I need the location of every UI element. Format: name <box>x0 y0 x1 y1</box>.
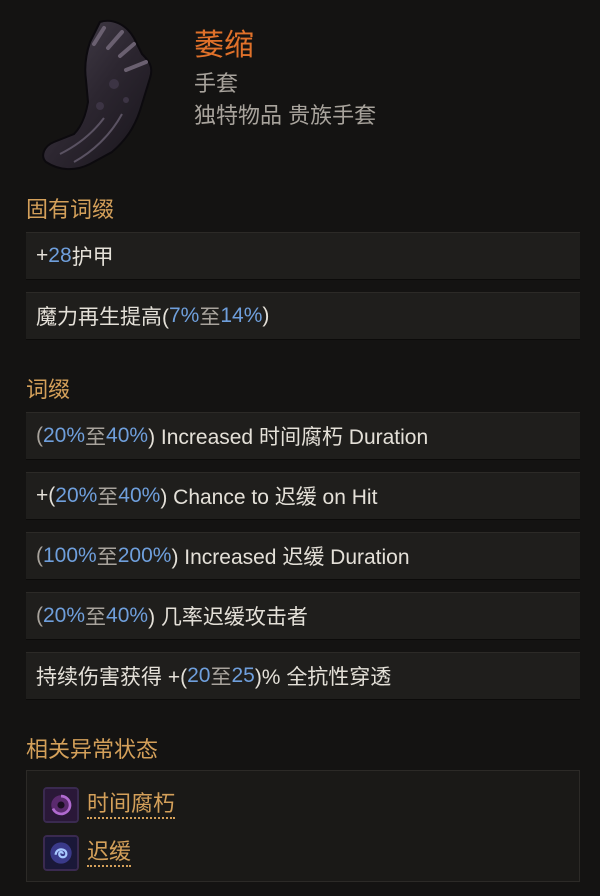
status-label-time-rot[interactable]: 时间腐朽 <box>87 791 176 819</box>
slow-icon <box>43 835 79 871</box>
item-name: 萎缩 <box>194 29 254 62</box>
implicit-row-mana-regen: 魔力再生提高(7% 至 14%) <box>26 292 580 340</box>
item-rarity: 独特物品 贵族手套 <box>194 103 377 128</box>
item-header: 萎缩 手套 独特物品 贵族手套 <box>0 0 600 180</box>
affix-row: (20% 至 40%) Increased 时间腐朽 Duration <box>26 412 580 460</box>
status-item-slow[interactable]: 迟缓 <box>43 835 132 871</box>
status-item-time-rot[interactable]: 时间腐朽 <box>43 787 176 823</box>
affix-row: (100% 至 200%) Increased 迟缓 Duration <box>26 532 580 580</box>
gauntlet-icon <box>42 19 153 170</box>
affix-section-title: 词缀 <box>26 377 71 402</box>
affix-row: (20% 至 40%) 几率迟缓攻击者 <box>26 592 580 640</box>
status-effect-list: 时间腐朽 迟缓 <box>26 770 580 882</box>
status-label-slow[interactable]: 迟缓 <box>87 839 132 867</box>
implicit-section-title: 固有词缀 <box>26 197 115 222</box>
time-rot-icon <box>43 787 79 823</box>
affix-row: 持续伤害获得 +(20 至 25)% 全抗性穿透 <box>26 652 580 700</box>
status-section-title: 相关异常状态 <box>26 737 159 762</box>
affix-row: +(20% 至 40%) Chance to 迟缓 on Hit <box>26 472 580 520</box>
item-type: 手套 <box>194 71 239 96</box>
implicit-row-armor: +28 护甲 <box>26 232 580 280</box>
